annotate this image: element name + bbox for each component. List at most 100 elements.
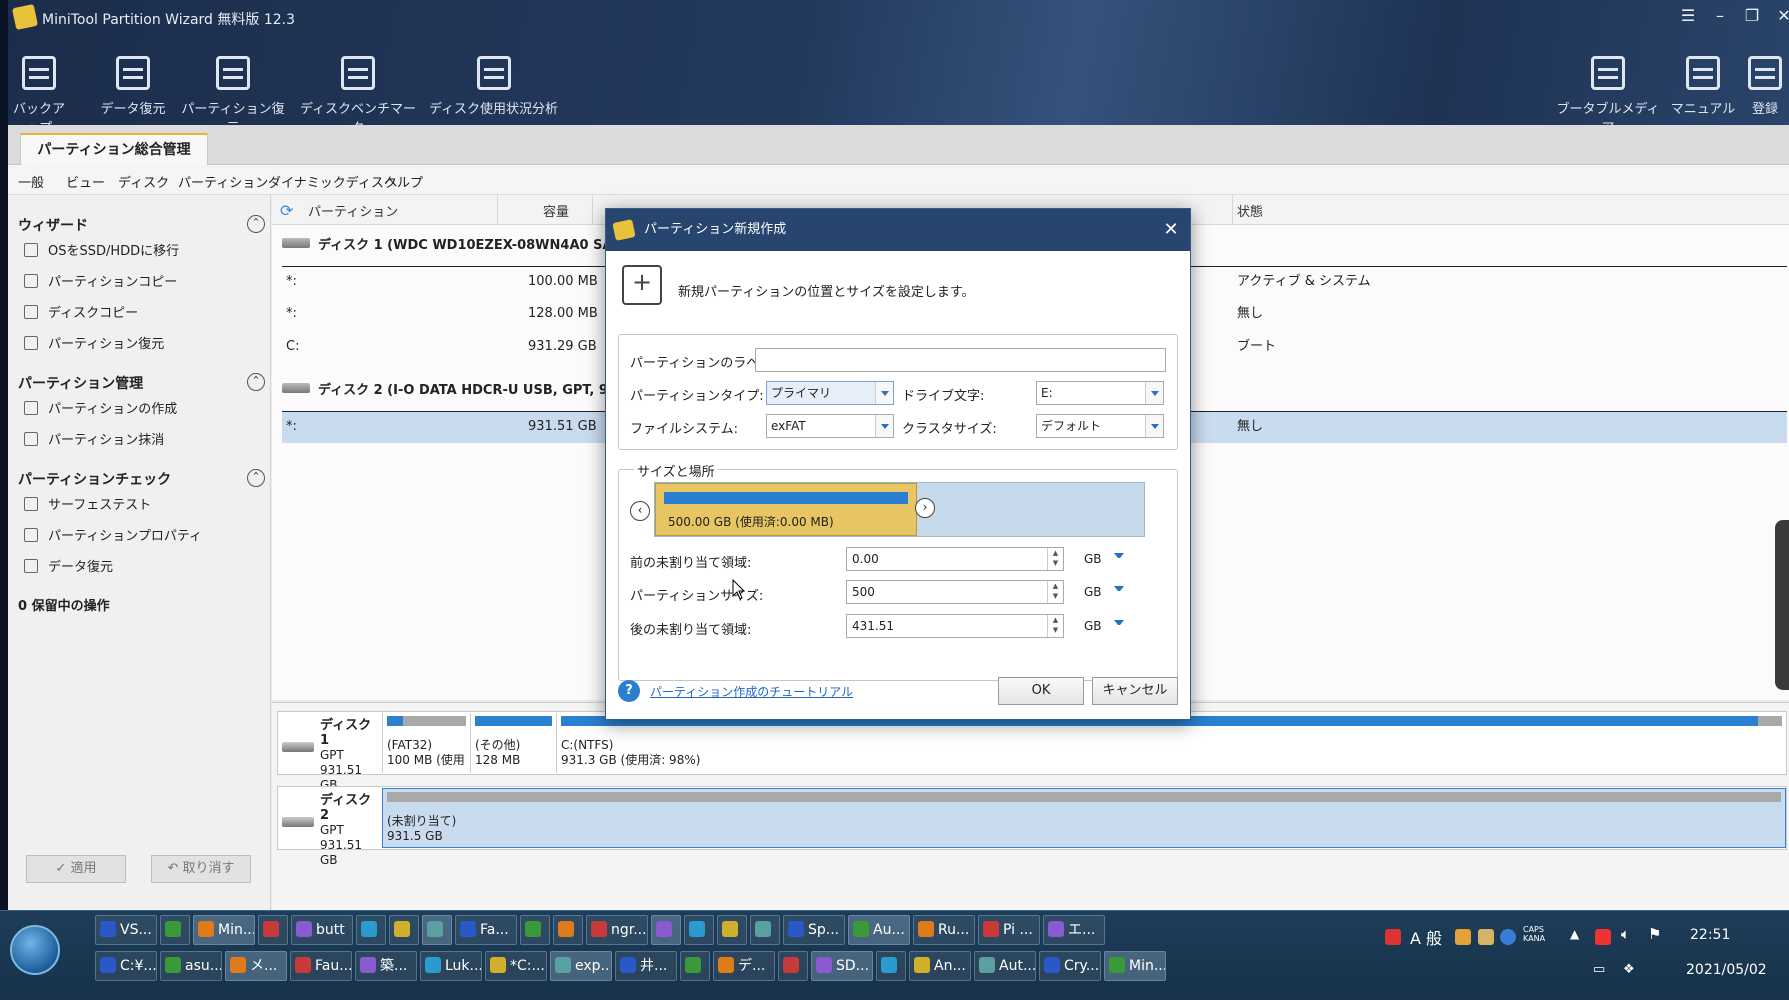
sidebar-item-wipe-partition[interactable]: パーティション抹消 (24, 431, 164, 451)
sidebar-item-data-recovery[interactable]: データ復元 (24, 558, 113, 578)
taskbar-item[interactable]: An... (909, 951, 971, 981)
toolbar-space-analyzer-button[interactable]: ディスク使用状況分析 (426, 50, 561, 120)
taskbar-item[interactable] (876, 951, 906, 981)
menu-icon[interactable]: ☰ (1676, 4, 1700, 28)
minimize-button[interactable]: – (1708, 4, 1732, 28)
help-icon[interactable]: ? (618, 680, 640, 702)
menu-partition[interactable]: パーティション (178, 172, 268, 191)
taskbar-item[interactable]: 井... (615, 951, 677, 981)
tab-partition-management[interactable]: パーティション総合管理 (20, 133, 208, 166)
taskbar-item[interactable] (750, 915, 780, 945)
volume-icon[interactable]: 🔈︎ (1621, 925, 1630, 943)
taskbar-item[interactable]: 築... (355, 951, 417, 981)
move-right-icon[interactable]: › (915, 498, 935, 518)
taskbar-item[interactable]: ngr... (586, 915, 648, 945)
sidebar-item-partition-copy[interactable]: パーティションコピー (24, 273, 177, 293)
tray-icon[interactable] (1385, 929, 1401, 945)
menu-view[interactable]: ビュー (66, 172, 105, 191)
tray-icon[interactable] (1478, 929, 1494, 945)
partition-size-input[interactable]: 500 ▲ ▼ (846, 580, 1064, 604)
collapse-icon[interactable]: ⌃ (247, 215, 265, 233)
column-status[interactable]: 状態 (1237, 201, 1263, 220)
restore-button[interactable]: ❐ (1740, 4, 1764, 28)
taskbar-item[interactable]: Cry... (1039, 951, 1101, 981)
taskbar-item[interactable]: Min... (1104, 951, 1166, 981)
taskbar-item[interactable] (684, 915, 714, 945)
ime-indicator[interactable]: A 般 (1410, 925, 1442, 949)
new-partition-block[interactable]: 500.00 GB (使用済:0.00 MB) (655, 483, 917, 536)
taskbar-item[interactable]: エ... (1043, 915, 1105, 945)
collapse-icon[interactable]: ⌃ (247, 373, 265, 391)
spinner-icon[interactable]: ▲ ▼ (1047, 548, 1063, 570)
menu-disk[interactable]: ディスク (118, 172, 169, 191)
toolbar-partition-recovery-button[interactable]: パーティション復元 (178, 50, 288, 136)
partition-label-input[interactable] (755, 348, 1166, 372)
menu-general[interactable]: 一般 (18, 172, 44, 191)
toolbar-manual-button[interactable]: マニュアル (1668, 50, 1738, 120)
taskbar-item[interactable]: VS... (95, 915, 157, 945)
taskbar-item[interactable]: Luk... (420, 951, 482, 981)
sidebar-item-surface-test[interactable]: サーフェステスト (24, 496, 151, 516)
taskbar-item[interactable] (389, 915, 419, 945)
partition-segment[interactable]: (その他) 128 MB (470, 713, 556, 773)
flag-icon[interactable]: ⚑ (1648, 925, 1661, 943)
taskbar-item[interactable]: exp... (550, 951, 612, 981)
apply-button[interactable]: ✓ 適用 (26, 855, 126, 883)
taskbar-item[interactable]: メ... (225, 951, 287, 981)
taskbar-item[interactable] (160, 915, 190, 945)
tray-icon[interactable] (1595, 929, 1611, 945)
toolbar-backup-button[interactable]: バックアップ (8, 50, 70, 136)
ok-button[interactable]: OK (998, 677, 1084, 705)
undo-button[interactable]: ↶ 取り消す (151, 855, 251, 883)
unit-dropdown-icon[interactable] (1114, 553, 1124, 563)
before-unallocated-input[interactable]: 0.00 ▲ ▼ (846, 547, 1064, 571)
taskbar-item[interactable] (778, 951, 808, 981)
taskbar-item[interactable]: SD... (811, 951, 873, 981)
clock-time[interactable]: 22:51 (1690, 927, 1730, 943)
taskbar-item[interactable]: asu... (160, 951, 222, 981)
toolbar-disk-benchmark-button[interactable]: ディスクベンチマーク (298, 50, 418, 136)
taskbar-item[interactable] (258, 915, 288, 945)
cancel-button[interactable]: キャンセル (1092, 677, 1178, 705)
taskbar-item[interactable] (680, 951, 710, 981)
tray-expand-icon[interactable]: ▲ (1570, 927, 1579, 941)
partition-segment-selected[interactable]: (未割り当て) 931.5 GB (382, 788, 1786, 848)
tutorial-link[interactable]: パーティション作成のチュートリアル (650, 683, 853, 700)
refresh-icon[interactable]: ⟳ (280, 201, 293, 220)
taskbar-item[interactable]: butt (291, 915, 353, 945)
sidebar-item-partition-properties[interactable]: パーティションプロパティ (24, 527, 202, 547)
taskbar-item[interactable]: デ... (713, 951, 775, 981)
taskbar-item[interactable]: Min... (193, 915, 255, 945)
move-left-icon[interactable]: ‹ (630, 501, 650, 521)
taskbar-item[interactable] (717, 915, 747, 945)
taskbar-item[interactable] (520, 915, 550, 945)
side-scroll-handle[interactable] (1775, 520, 1789, 690)
column-partition[interactable]: パーティション (308, 201, 398, 220)
sidebar-item-migrate-os[interactable]: OSをSSD/HDDに移行 (24, 242, 179, 262)
taskbar-item[interactable] (651, 915, 681, 945)
file-system-select[interactable]: exFAT (766, 414, 894, 438)
taskbar-item[interactable] (356, 915, 386, 945)
after-unallocated-input[interactable]: 431.51 ▲ ▼ (846, 614, 1064, 638)
drive-letter-select[interactable]: E: (1036, 381, 1164, 405)
start-button[interactable] (10, 925, 60, 975)
disk-map-row[interactable]: ディスク 1 GPT 931.51 GB (FAT32) 100 MB (使用 (その… (277, 711, 1787, 792)
network-icon[interactable]: ▭ (1593, 962, 1605, 977)
sidebar-item-disk-copy[interactable]: ディスクコピー (24, 304, 138, 324)
taskbar-item[interactable]: Fa... (455, 915, 517, 945)
menu-dynamic-disk[interactable]: ダイナミックディスク (268, 172, 397, 191)
taskbar-item[interactable]: Sp... (783, 915, 845, 945)
toolbar-register-button[interactable]: 登録 (1743, 50, 1787, 120)
sidebar-item-create-partition[interactable]: パーティションの作成 (24, 400, 177, 420)
collapse-icon[interactable]: ⌃ (247, 469, 265, 487)
close-button[interactable]: ✕ (1772, 4, 1789, 28)
help-tray-icon[interactable] (1500, 929, 1516, 945)
taskbar-item[interactable]: *C:... (485, 951, 547, 981)
dropbox-icon[interactable]: ❖ (1623, 962, 1635, 977)
spinner-icon[interactable]: ▲ ▼ (1047, 615, 1063, 637)
disk-map-row[interactable]: ディスク 2 GPT 931.51 GB (未割り当て) 931.5 GB (277, 786, 1787, 867)
taskbar-item[interactable] (553, 915, 583, 945)
taskbar-item[interactable]: Pi ... (978, 915, 1040, 945)
dialog-close-button[interactable]: ✕ (1158, 217, 1184, 243)
taskbar-item[interactable]: Ru... (913, 915, 975, 945)
